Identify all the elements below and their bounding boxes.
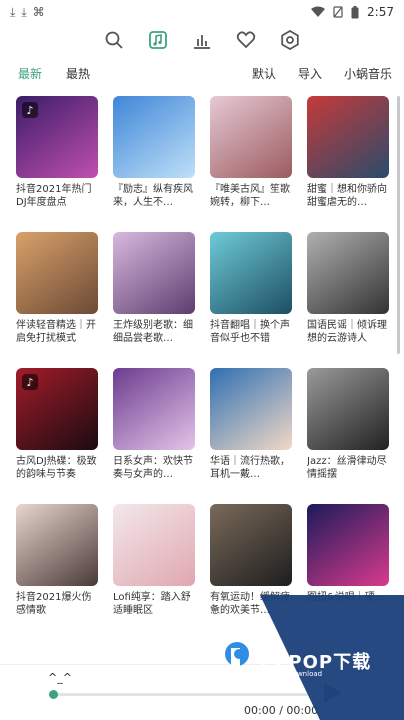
playlist-title: 日系女声：欢快节奏与女声的… <box>113 456 193 480</box>
playlist-card[interactable]: 有氧运动！缓解疲惫的欢美节… <box>210 504 292 640</box>
playlist-cover[interactable] <box>307 96 389 178</box>
playlist-cover[interactable] <box>113 368 195 450</box>
playlist-title: 『唯美古风』笙歌婉转，柳下… <box>210 184 290 208</box>
playlist-cover[interactable] <box>307 504 389 586</box>
playlist-cover[interactable] <box>210 368 292 450</box>
current-song: ^_^ <box>48 671 72 684</box>
playlist-card[interactable]: 甜蜜｜想和你骄向甜蜜虐无的… <box>307 96 389 232</box>
tab-hottest[interactable]: 最热 <box>66 65 90 82</box>
app-icon: ⌘ <box>32 5 45 19</box>
progress-handle[interactable] <box>49 690 58 699</box>
tab-latest[interactable]: 最新 <box>18 65 42 82</box>
watermark-sub: PCPOP Download <box>262 670 323 678</box>
playlist-title: 甜蜜｜想和你骄向甜蜜虐无的… <box>307 184 387 208</box>
playlist-title: 抖音2021爆火伤感情歌 <box>16 592 92 616</box>
playlist-title: Jazz：丝滑律动尽情摇摆 <box>307 456 387 480</box>
playlist-title: 图扭&说唱｜硬… <box>307 592 385 603</box>
download-icon: ⤓ <box>21 5 27 19</box>
scrollbar[interactable] <box>397 96 400 354</box>
music-library-icon[interactable] <box>145 27 171 53</box>
playlist-card[interactable]: 『励志』纵有疾风来，人生不… <box>113 96 195 232</box>
settings-icon[interactable] <box>277 27 303 53</box>
playlist-cover[interactable] <box>113 232 195 314</box>
playlist-cover[interactable] <box>307 368 389 450</box>
playlist-title: 国语民谣｜倾诉理想的云游诗人 <box>307 320 387 344</box>
playlist-title: 有氧运动！缓解疲惫的欢美节… <box>210 592 290 616</box>
playlist-card[interactable]: 伴读轻音精选｜开启免打扰模式 <box>16 232 98 368</box>
playlist-cover[interactable] <box>16 504 98 586</box>
playlist-card[interactable]: 日系女声：欢快节奏与女声的… <box>113 368 195 504</box>
playlist-cover[interactable] <box>16 232 98 314</box>
play-button[interactable] <box>320 681 344 705</box>
playlist-cover[interactable] <box>113 96 195 178</box>
wifi-icon <box>311 6 326 17</box>
playlist-cover[interactable] <box>113 504 195 586</box>
playlist-cover[interactable]: ♪ <box>16 96 98 178</box>
playlist-title: 伴读轻音精选｜开启免打扰模式 <box>16 320 96 344</box>
playlist-card[interactable]: 华语｜流行热歌，耳机一戴… <box>210 368 292 504</box>
progress-bar[interactable] <box>49 690 310 699</box>
playlist-title: 抖音2021年热门DJ年度盘点 <box>16 184 92 208</box>
tabs-row: 最新 最热 默认 导入 小蜗音乐 <box>0 62 404 84</box>
chart-icon[interactable] <box>189 27 215 53</box>
download-icon: ⤓ <box>10 5 16 19</box>
status-bar: ⤓ ⤓ ⌘ 2:57 <box>0 0 404 24</box>
playlist-cover[interactable] <box>307 232 389 314</box>
playlist-card[interactable]: Lofi纯享：踏入舒适睡眠区 <box>113 504 195 640</box>
playlist-cover[interactable] <box>210 504 292 586</box>
time-display: 00:00 / 00:00 <box>244 704 319 717</box>
playlist-cover[interactable]: ♪ <box>16 368 98 450</box>
playlist-grid: ♪ 抖音2021年热门DJ年度盘点 『励志』纵有疾风来，人生不… 『唯美古风』笙歌婉转… <box>16 96 391 640</box>
playlist-card[interactable]: 『唯美古风』笙歌婉转，柳下… <box>210 96 292 232</box>
playlist-card[interactable]: 抖音2021爆火伤感情歌 <box>16 504 98 640</box>
search-icon[interactable] <box>101 27 127 53</box>
playlist-card[interactable]: 图扭&说唱｜硬… <box>307 504 389 640</box>
playlist-cover[interactable] <box>210 96 292 178</box>
import-button[interactable]: 导入 <box>298 65 322 82</box>
playlist-title: 抖音翻唱｜换个声音似乎也不错 <box>210 320 290 344</box>
sort-default-button[interactable]: 默认 <box>252 65 276 82</box>
playlist-title: 古风DJ热碟：极致的韵味与节奏 <box>16 456 97 480</box>
playlist-cover[interactable] <box>210 232 292 314</box>
playlist-title: 『励志』纵有疾风来，人生不… <box>113 184 193 208</box>
tiktok-icon: ♪ <box>22 374 38 390</box>
battery-icon <box>351 5 359 18</box>
playlist-title: Lofi纯享：踏入舒适睡眠区 <box>113 592 191 616</box>
pcpop-logo-icon <box>225 642 249 674</box>
playlist-card[interactable]: ♪ 古风DJ热碟：极致的韵味与节奏 <box>16 368 98 504</box>
playlist-card[interactable]: 抖音翻唱｜换个声音似乎也不错 <box>210 232 292 368</box>
tiktok-icon: ♪ <box>22 102 38 118</box>
source-selector[interactable]: 小蜗音乐 <box>344 65 392 82</box>
toolbar <box>0 26 404 54</box>
status-time: 2:57 <box>367 5 394 19</box>
playlist-title: 华语｜流行热歌，耳机一戴… <box>210 456 290 480</box>
playlist-card[interactable]: 王炸级别老歌：细细品尝老歌… <box>113 232 195 368</box>
playlist-card[interactable]: Jazz：丝滑律动尽情摇摆 <box>307 368 389 504</box>
playlist-title: 王炸级别老歌：细细品尝老歌… <box>113 320 193 344</box>
no-sim-icon <box>333 6 343 18</box>
playlist-card[interactable]: 国语民谣｜倾诉理想的云游诗人 <box>307 232 389 368</box>
heart-icon[interactable] <box>233 27 259 53</box>
playlist-card[interactable]: ♪ 抖音2021年热门DJ年度盘点 <box>16 96 98 232</box>
